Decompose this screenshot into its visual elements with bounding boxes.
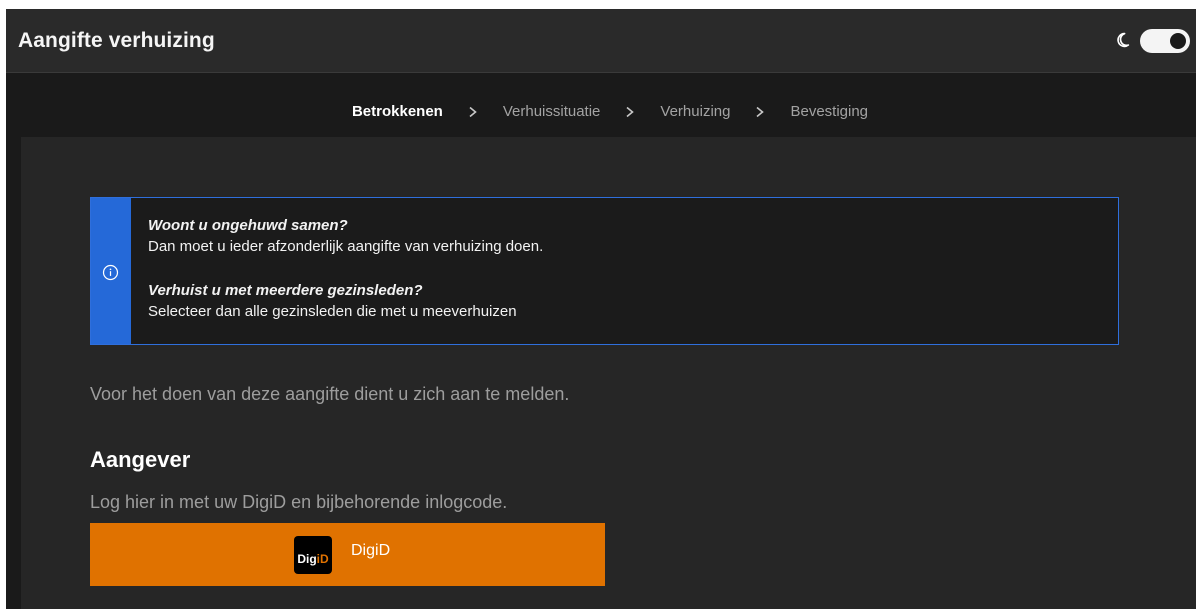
intro-text: Voor het doen van deze aangifte dient u … <box>90 384 570 404</box>
toggle-knob <box>1170 33 1186 49</box>
notice-heading: Verhuist u met meerdere gezinsleden? <box>148 282 423 299</box>
notice-text: Dan moet u ieder afzonderlijk aangifte v… <box>148 238 544 255</box>
steps-list: Betrokkenen Verhuissituatie Verhuizing B… <box>15 103 1196 120</box>
digid-logo-accent: iD <box>316 552 329 566</box>
chevron-right-icon <box>756 106 765 117</box>
step-betrokkenen[interactable]: Betrokkenen <box>352 103 443 120</box>
notice-text: Selecteer dan alle gezinsleden die met u… <box>148 303 517 320</box>
digid-login-button[interactable]: DigiD DigiD <box>90 523 605 586</box>
top-bar: Aangifte verhuizing <box>6 9 1196 73</box>
step-verhuizing[interactable]: Verhuizing <box>660 103 730 120</box>
theme-toggle[interactable] <box>1140 29 1190 53</box>
notice-spacer <box>148 257 543 280</box>
page-title: Aangifte verhuizing <box>18 29 215 52</box>
digid-button-label: DigiD <box>351 542 391 559</box>
chevron-right-icon <box>469 106 477 117</box>
digid-logo-icon: DigiD <box>294 536 332 574</box>
notice-heading: Woont u ongehuwd samen? <box>148 217 348 234</box>
info-notice: Woont u ongehuwd samen? Dan moet u ieder… <box>90 197 1119 345</box>
notice-accent-strip <box>91 198 131 344</box>
app-window: Aangifte verhuizing Betrokkenen Verhuiss… <box>6 9 1196 609</box>
moon-icon[interactable] <box>1113 31 1131 49</box>
section-heading: Aangever <box>90 447 191 472</box>
step-navigation: Betrokkenen Verhuissituatie Verhuizing B… <box>6 73 1196 133</box>
step-verhuissituatie[interactable]: Verhuissituatie <box>503 103 601 120</box>
section-subtitle: Log hier in met uw DigiD en bijbehorende… <box>90 492 508 512</box>
main-content: Woont u ongehuwd samen? Dan moet u ieder… <box>21 137 1196 609</box>
info-icon <box>102 264 119 281</box>
notice-body: Woont u ongehuwd samen? Dan moet u ieder… <box>148 215 543 322</box>
digid-logo-text: Dig <box>297 552 317 566</box>
step-bevestiging[interactable]: Bevestiging <box>790 103 868 120</box>
chevron-right-icon <box>626 106 635 117</box>
